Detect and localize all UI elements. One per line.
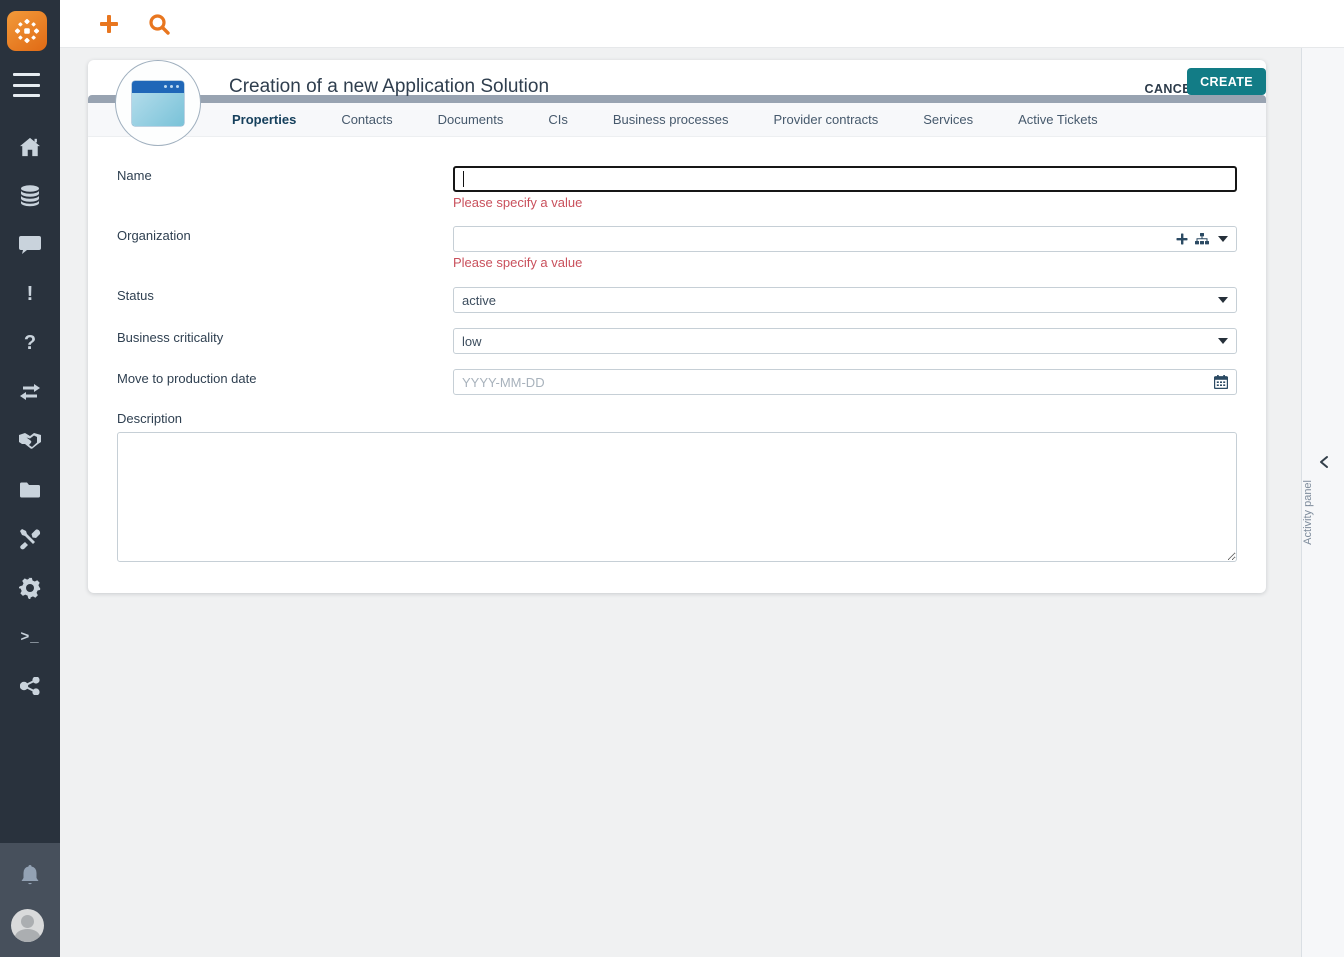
exclamation-icon[interactable]: ! <box>18 283 42 305</box>
folder-icon[interactable] <box>18 479 42 501</box>
gear-icon[interactable] <box>18 577 42 599</box>
chevron-left-icon[interactable] <box>1302 455 1344 475</box>
tab-properties[interactable]: Properties <box>232 112 296 127</box>
share-icon[interactable] <box>18 675 42 697</box>
organization-caret-down-icon[interactable] <box>1218 236 1228 242</box>
class-medallion <box>115 60 201 146</box>
home-icon[interactable] <box>18 136 42 158</box>
business-criticality-caret-down-icon <box>1218 338 1228 344</box>
tab-contacts[interactable]: Contacts <box>341 112 392 127</box>
tab-documents[interactable]: Documents <box>438 112 504 127</box>
itop-logo[interactable] <box>7 11 47 51</box>
topbar <box>60 0 1344 48</box>
organization-label: Organization <box>117 228 191 243</box>
description-textarea[interactable] <box>117 432 1237 562</box>
database-icon[interactable] <box>18 185 42 207</box>
user-avatar[interactable] <box>11 909 44 942</box>
sidebar: ! ? >_ <box>0 0 60 957</box>
activity-panel-strip: Activity panel <box>1301 48 1344 957</box>
page-title: Creation of a new Application Solution <box>229 76 549 98</box>
business-criticality-value: low <box>462 334 482 349</box>
notifications-bell-icon[interactable] <box>0 864 60 888</box>
add-organization-plus-icon[interactable] <box>1176 233 1188 245</box>
quick-create-plus-icon[interactable] <box>98 13 120 35</box>
move-to-production-date-label: Move to production date <box>117 371 256 386</box>
organization-input[interactable] <box>453 226 1237 252</box>
calendar-icon[interactable] <box>1214 375 1228 389</box>
tab-active-tickets[interactable]: Active Tickets <box>1018 112 1097 127</box>
description-label: Description <box>117 411 182 426</box>
status-select[interactable]: active <box>453 287 1237 313</box>
application-solution-icon <box>132 81 184 126</box>
status-label: Status <box>117 288 154 303</box>
sidebar-bottom-section <box>0 843 60 957</box>
tab-services[interactable]: Services <box>923 112 973 127</box>
itop-logo-icon <box>12 16 42 46</box>
move-to-production-date-input[interactable]: YYYY-MM-DD <box>453 369 1237 395</box>
sitemap-hierarchy-icon[interactable] <box>1195 233 1209 245</box>
tab-cis[interactable]: CIs <box>548 112 568 127</box>
tab-bar: Properties Contacts Documents CIs Busine… <box>88 103 1266 137</box>
menu-toggle-icon[interactable] <box>13 73 40 97</box>
object-creation-card: Creation of a new Application Solution C… <box>88 60 1266 593</box>
name-error: Please specify a value <box>453 195 582 210</box>
tools-icon[interactable] <box>18 528 42 550</box>
text-caret <box>463 171 464 187</box>
sidebar-nav: ! ? >_ <box>0 136 60 697</box>
avatar-head <box>21 915 34 928</box>
organization-error: Please specify a value <box>453 255 582 270</box>
swap-arrows-icon[interactable] <box>18 381 42 403</box>
activity-panel-label[interactable]: Activity panel <box>1302 480 1344 545</box>
tab-business-processes[interactable]: Business processes <box>613 112 729 127</box>
avatar-body <box>15 929 40 942</box>
business-criticality-label: Business criticality <box>117 330 223 345</box>
name-input[interactable] <box>453 166 1237 192</box>
tab-provider-contracts[interactable]: Provider contracts <box>774 112 879 127</box>
business-criticality-select[interactable]: low <box>453 328 1237 354</box>
search-icon[interactable] <box>148 13 170 35</box>
handshake-icon[interactable] <box>18 430 42 452</box>
comment-icon[interactable] <box>18 234 42 256</box>
date-placeholder: YYYY-MM-DD <box>462 375 545 390</box>
status-caret-down-icon <box>1218 297 1228 303</box>
status-value: active <box>462 293 496 308</box>
name-label: Name <box>117 168 152 183</box>
terminal-icon[interactable]: >_ <box>18 626 42 648</box>
create-button[interactable]: CREATE <box>1187 68 1266 95</box>
question-icon[interactable]: ? <box>18 332 42 354</box>
